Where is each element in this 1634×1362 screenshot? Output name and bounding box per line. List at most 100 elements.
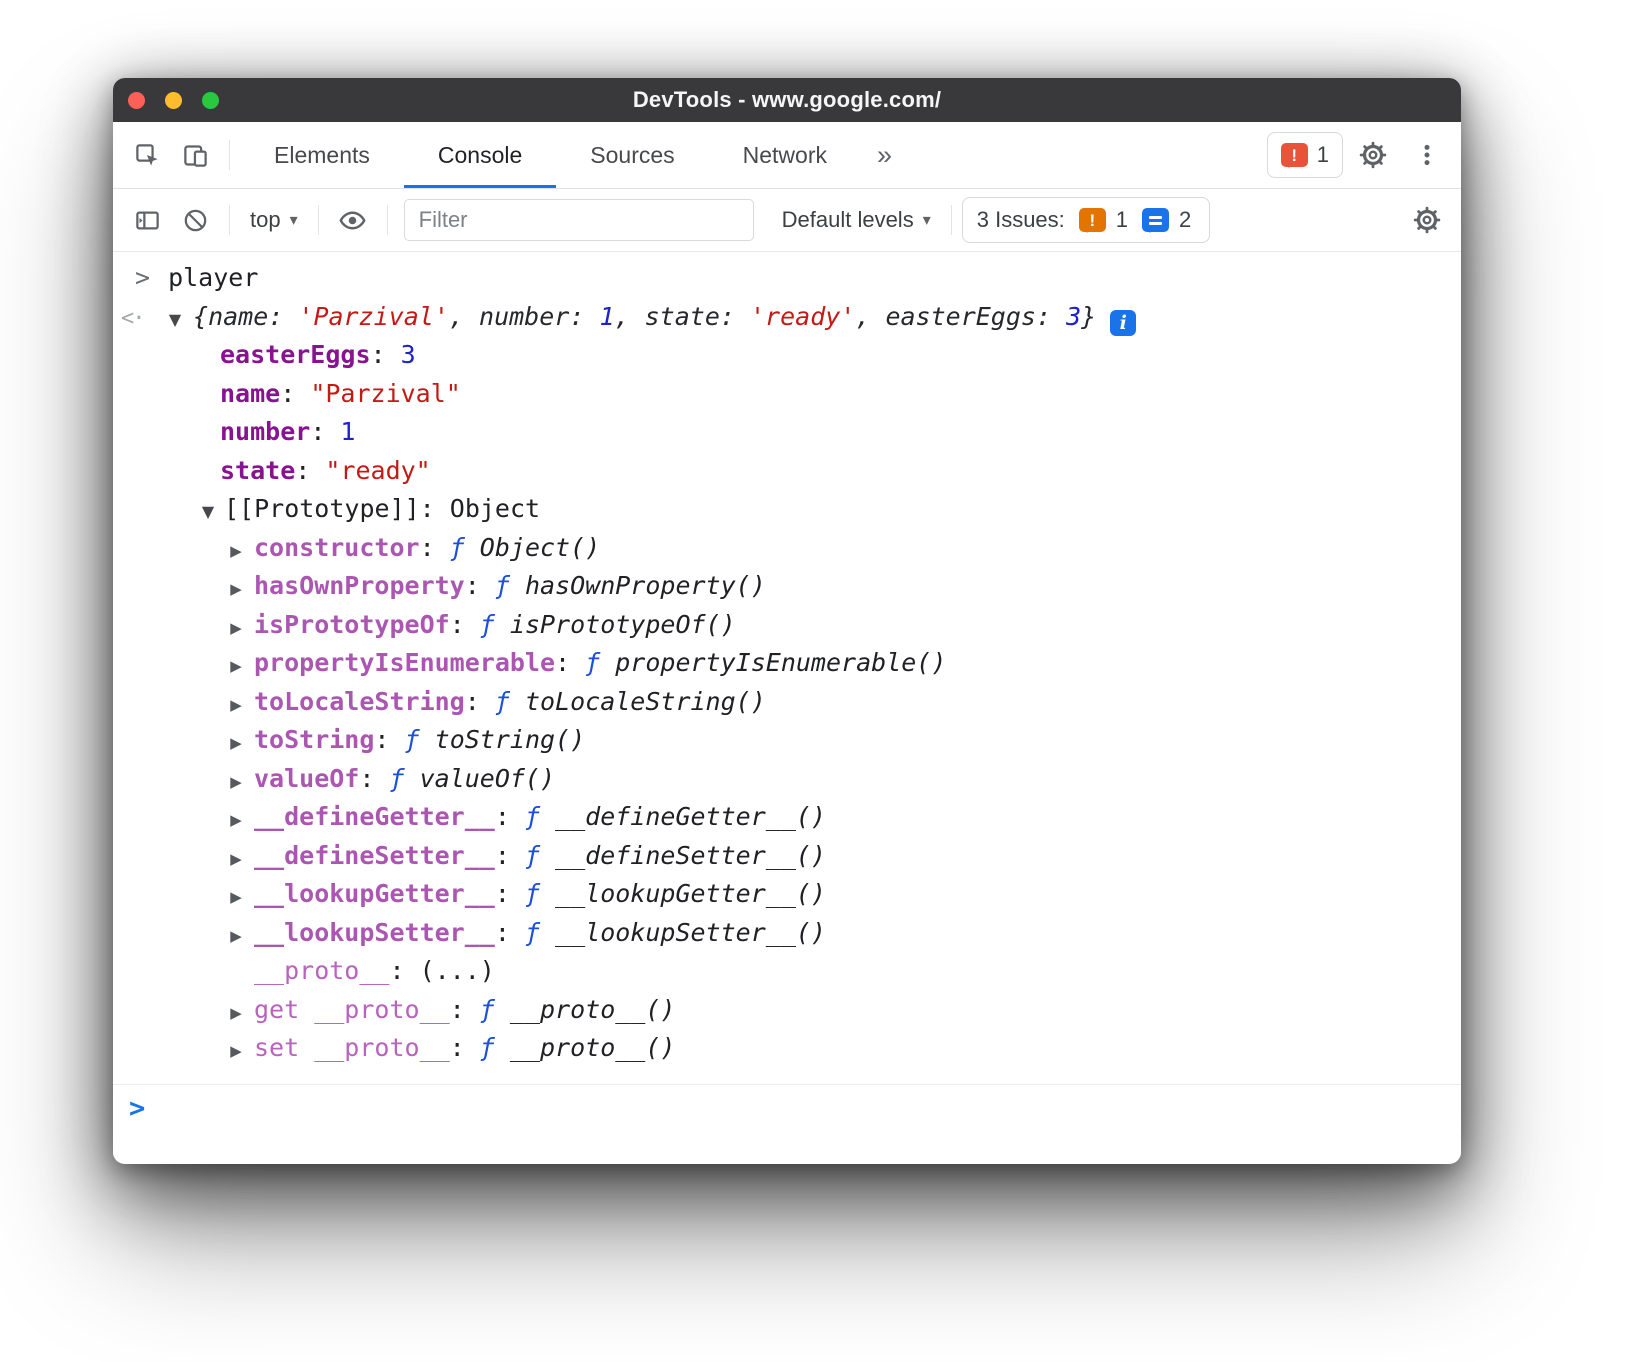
warning-count: 1 bbox=[1116, 207, 1128, 233]
more-tabs-button[interactable]: » bbox=[861, 140, 908, 171]
live-expression-button[interactable] bbox=[329, 196, 377, 244]
message-bubble-icon bbox=[1142, 208, 1169, 232]
object-property-row: ▶__defineSetter__: ƒ __defineSetter__() bbox=[113, 837, 1461, 876]
console-text: : bbox=[371, 340, 401, 369]
console-settings-button[interactable] bbox=[1403, 196, 1451, 244]
javascript-context-selector[interactable]: top ▾ bbox=[240, 207, 308, 233]
expand-toggle-icon[interactable]: ▶ bbox=[226, 647, 246, 686]
console-text: ƒ bbox=[480, 610, 510, 639]
object-property-row: ▶__lookupGetter__: ƒ __lookupGetter__() bbox=[113, 875, 1461, 914]
settings-button[interactable] bbox=[1349, 131, 1397, 179]
console-text: : bbox=[310, 417, 340, 446]
spacer bbox=[113, 401, 220, 402]
spacer bbox=[246, 709, 254, 710]
console-text: : bbox=[450, 610, 480, 639]
spacer bbox=[113, 747, 226, 748]
console-text: : bbox=[420, 494, 450, 523]
expand-toggle-icon[interactable]: ▶ bbox=[226, 609, 246, 648]
expand-toggle-icon[interactable]: ▶ bbox=[226, 532, 246, 571]
filter-input[interactable] bbox=[404, 199, 754, 241]
expand-toggle-icon[interactable]: ▼ bbox=[165, 301, 185, 340]
console-text: Object bbox=[450, 494, 540, 523]
prompt-chevron-icon: > bbox=[129, 1093, 145, 1124]
tab-console[interactable]: Console bbox=[404, 122, 556, 188]
expand-toggle-icon[interactable]: ▶ bbox=[226, 570, 246, 609]
console-text: : bbox=[420, 533, 450, 562]
console-text: easterEggs bbox=[885, 302, 1036, 331]
console-text: : bbox=[268, 302, 298, 331]
gear-icon bbox=[1358, 140, 1388, 170]
log-level-selector[interactable]: Default levels ▾ bbox=[772, 207, 941, 233]
close-window-button[interactable] bbox=[128, 92, 145, 109]
console-text: ƒ bbox=[525, 841, 555, 870]
console-text: name bbox=[220, 379, 280, 408]
console-text: ƒ bbox=[495, 687, 525, 716]
spacer bbox=[113, 555, 226, 556]
expand-toggle-icon[interactable]: ▶ bbox=[226, 994, 246, 1033]
traffic-lights bbox=[128, 78, 219, 122]
expand-toggle-icon[interactable]: ▶ bbox=[226, 840, 246, 879]
console-sidebar-toggle-button[interactable] bbox=[123, 196, 171, 244]
divider bbox=[318, 205, 319, 235]
console-text: propertyIsEnumerable() bbox=[615, 648, 946, 677]
prototype-row: ▼[[Prototype]]: Object bbox=[113, 490, 1461, 529]
object-property-row: ▶set __proto__: ƒ __proto__() bbox=[113, 1029, 1461, 1068]
expand-toggle-icon[interactable]: ▶ bbox=[226, 1032, 246, 1071]
object-property-row: ▶valueOf: ƒ valueOf() bbox=[113, 760, 1461, 799]
object-property-row: ▶propertyIsEnumerable: ƒ propertyIsEnume… bbox=[113, 644, 1461, 683]
clear-console-icon bbox=[182, 207, 209, 234]
expand-toggle-icon[interactable]: ▼ bbox=[198, 493, 218, 532]
object-property-row: ▶toLocaleString: ƒ toLocaleString() bbox=[113, 683, 1461, 722]
divider bbox=[229, 205, 230, 235]
console-text: : bbox=[720, 302, 750, 331]
spacer bbox=[246, 901, 254, 902]
expand-toggle-icon[interactable]: ▶ bbox=[226, 686, 246, 725]
issues-counter-button[interactable]: 3 Issues: ! 1 2 bbox=[962, 197, 1211, 243]
spacer bbox=[113, 709, 226, 710]
minimize-window-button[interactable] bbox=[165, 92, 182, 109]
expand-toggle-icon[interactable]: ▶ bbox=[226, 878, 246, 917]
object-property-row: ▶constructor: ƒ Object() bbox=[113, 529, 1461, 568]
console-text: __lookupSetter__() bbox=[555, 918, 826, 947]
tab-network[interactable]: Network bbox=[709, 122, 861, 188]
console-text: ƒ bbox=[480, 995, 510, 1024]
getter-invoke[interactable]: (...) bbox=[420, 956, 495, 985]
object-property-row: ▶hasOwnProperty: ƒ hasOwnProperty() bbox=[113, 567, 1461, 606]
console-text: ƒ bbox=[405, 725, 435, 754]
console-eval-result: <·▼{name: 'Parzival', number: 1, state: … bbox=[113, 298, 1461, 337]
console-text: __lookupSetter__ bbox=[254, 918, 495, 947]
spacer bbox=[113, 940, 226, 941]
expand-toggle-icon[interactable]: ▶ bbox=[226, 917, 246, 956]
expand-toggle-icon[interactable]: ▶ bbox=[226, 801, 246, 840]
console-text: __defineGetter__() bbox=[555, 802, 826, 831]
devtools-window: DevTools - www.google.com/ bbox=[113, 78, 1461, 1164]
spacer bbox=[113, 978, 254, 979]
console-prompt[interactable]: > bbox=[113, 1084, 1461, 1124]
console-text: , bbox=[449, 302, 479, 331]
divider bbox=[951, 205, 952, 235]
spacer bbox=[113, 824, 226, 825]
console-text: valueOf bbox=[254, 764, 359, 793]
expand-toggle-icon[interactable]: ▶ bbox=[226, 763, 246, 802]
window-title-bar[interactable]: DevTools - www.google.com/ bbox=[113, 78, 1461, 122]
tab-elements[interactable]: Elements bbox=[240, 122, 404, 188]
expand-toggle-icon[interactable]: ▶ bbox=[226, 724, 246, 763]
caret-down-icon: ▾ bbox=[923, 210, 931, 230]
clear-console-button[interactable] bbox=[171, 196, 219, 244]
more-options-button[interactable] bbox=[1403, 131, 1451, 179]
inspect-element-button[interactable] bbox=[123, 131, 171, 179]
tab-sources[interactable]: Sources bbox=[556, 122, 708, 188]
info-icon[interactable]: i bbox=[1110, 310, 1136, 336]
console-text: ƒ bbox=[585, 648, 615, 677]
error-count-badge[interactable]: ! 1 bbox=[1267, 132, 1343, 178]
device-toolbar-button[interactable] bbox=[171, 131, 219, 179]
console-text: number bbox=[220, 417, 310, 446]
device-toolbar-icon bbox=[182, 142, 209, 169]
console-text: __lookupGetter__() bbox=[555, 879, 826, 908]
console-panel[interactable]: >player<·▼{name: 'Parzival', number: 1, … bbox=[113, 252, 1461, 1162]
spacer bbox=[246, 824, 254, 825]
zoom-window-button[interactable] bbox=[202, 92, 219, 109]
console-text: : bbox=[555, 648, 585, 677]
return-value-icon: <· bbox=[121, 300, 157, 339]
console-text: : bbox=[495, 879, 525, 908]
